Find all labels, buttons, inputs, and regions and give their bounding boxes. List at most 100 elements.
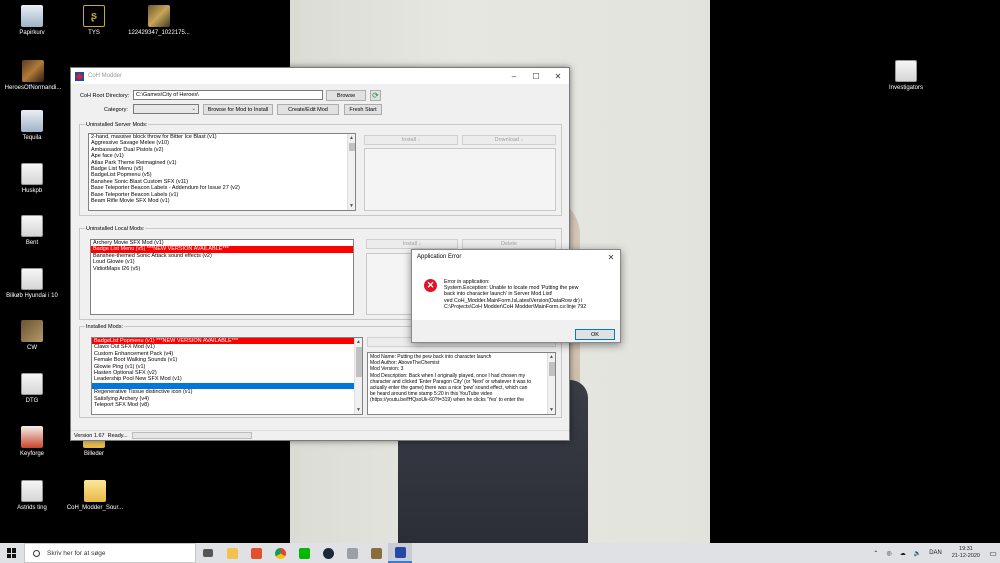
notification-icon[interactable]: ▭	[986, 543, 1000, 563]
document-icon	[21, 373, 43, 395]
document-icon	[21, 268, 43, 290]
dialog-title: Application Error	[417, 254, 462, 260]
desktop-icon-tys[interactable]: ʂ TYS	[62, 5, 126, 37]
windows-logo-icon	[7, 548, 17, 558]
scroll-down-icon[interactable]: ▼	[348, 202, 355, 210]
list-item[interactable]: Teleport SFX Mod (v8)	[92, 402, 362, 408]
installed-mod-description[interactable]: Mod Name: Putting the pew back into char…	[367, 352, 556, 415]
desktop-icon-heroes[interactable]: HeroesOfNormandi...	[0, 60, 66, 92]
file-explorer-button[interactable]	[220, 543, 244, 563]
scroll-up-icon[interactable]: ▲	[348, 134, 355, 142]
scroll-up-icon[interactable]: ▲	[355, 338, 362, 346]
tys-logo-icon: ʂ	[83, 5, 105, 27]
category-label: Category:	[104, 107, 128, 113]
desktop-icon-cw[interactable]: CW	[0, 320, 64, 352]
vertical-scrollbar[interactable]: ▲ ▼	[347, 134, 355, 210]
dialog-titlebar[interactable]: Application Error ✕	[412, 250, 620, 264]
installed-list[interactable]: BadgeList Popmenu (v1) ***NEW VERSION AV…	[91, 337, 363, 415]
root-dir-field[interactable]: C:\Games\City of Heroes\	[133, 90, 323, 100]
error-message: Error in application: System.Exception: …	[444, 279, 614, 310]
vertical-scrollbar[interactable]: ▲ ▼	[547, 353, 555, 414]
uninstalled-server-list[interactable]: 2-hand, massive block throw for Bitter I…	[88, 133, 356, 211]
chevron-down-icon: ⌄	[191, 106, 196, 112]
network-icon[interactable]: ◎	[886, 550, 891, 557]
ok-button[interactable]: OK	[575, 329, 615, 340]
dialog-close-button[interactable]: ✕	[602, 253, 620, 262]
chevron-up-icon[interactable]: ⌃	[873, 550, 878, 557]
error-icon: ✕	[424, 279, 437, 292]
chrome-button[interactable]	[268, 543, 292, 563]
desktop-icon-dtg[interactable]: DTG	[0, 373, 64, 405]
server-mod-description[interactable]	[364, 148, 556, 211]
maximize-button[interactable]: ☐	[525, 68, 547, 84]
coh-modder-icon	[394, 546, 406, 558]
create-edit-mod-button[interactable]: Create/Edit Mod	[277, 104, 339, 115]
recycle-bin-icon	[21, 110, 43, 132]
desktop-icon-keyforge[interactable]: Keyforge	[0, 426, 64, 458]
status-bar: Version 1.67 Ready...	[71, 430, 569, 440]
taskbar: Skriv her for at søge ⌃ ◎ ☁ 🔈 DAN 19:31 …	[0, 543, 1000, 563]
window-titlebar[interactable]: CoH Modder – ☐ ✕	[71, 68, 569, 84]
scroll-thumb[interactable]	[349, 143, 355, 151]
progress-bar	[131, 432, 252, 439]
coh-modder-logo-icon	[75, 71, 84, 81]
installed-title: Installed Mods:	[85, 324, 124, 330]
desktop-icon-bent[interactable]: Bent	[0, 215, 64, 247]
uninstalled-local-list[interactable]: Archery Movie SFX Mod (v1) Badge List Me…	[90, 239, 354, 315]
description-line: Mod Description: Back when I originally …	[370, 372, 526, 379]
office-button[interactable]	[244, 543, 268, 563]
volume-icon[interactable]: 🔈	[914, 550, 921, 557]
start-button[interactable]	[0, 543, 24, 563]
office-icon	[250, 547, 262, 559]
close-button[interactable]: ✕	[547, 68, 569, 84]
server-install-button[interactable]: Install ↓	[364, 135, 458, 145]
local-install-button[interactable]: Install ↓	[366, 239, 458, 249]
server-download-button[interactable]: Download ↓	[462, 135, 556, 145]
steam-button[interactable]	[316, 543, 340, 563]
search-icon	[33, 549, 40, 557]
fresh-start-button[interactable]: Fresh Start	[344, 104, 382, 115]
scroll-down-icon[interactable]: ▼	[548, 406, 555, 414]
root-dir-label: CoH Root Directory:	[80, 93, 130, 99]
uninstalled-server-title: Uninstalled Server Mods:	[85, 122, 149, 128]
browse-button[interactable]: Browse	[326, 90, 366, 101]
vertical-scrollbar[interactable]: ▲ ▼	[354, 338, 362, 414]
desktop-icon-bilkob[interactable]: Bilkøb Hyundai i 10	[0, 268, 64, 300]
game-button[interactable]	[364, 543, 388, 563]
clock[interactable]: 19:31 21-12-2020	[952, 546, 980, 560]
line-button[interactable]	[292, 543, 316, 563]
game-icon	[22, 60, 44, 82]
desktop-icon-image[interactable]: 122429347_1022175...	[124, 5, 194, 37]
scroll-thumb[interactable]	[356, 347, 362, 377]
local-delete-button[interactable]: Delete	[462, 239, 556, 249]
task-view-button[interactable]	[196, 543, 220, 563]
line-icon	[298, 547, 310, 559]
chrome-icon	[274, 547, 286, 559]
scroll-down-icon[interactable]: ▼	[355, 406, 362, 414]
browse-install-button[interactable]: Browse for Mod to Install	[203, 104, 273, 115]
scroll-thumb[interactable]	[549, 362, 555, 376]
dialog-body: ✕ Error in application: System.Exception…	[412, 264, 620, 320]
language-indicator[interactable]: DAN	[929, 550, 942, 556]
minimize-button[interactable]: –	[503, 68, 525, 84]
coh-modder-taskbar-button[interactable]	[388, 543, 412, 563]
desktop-icon-astrids[interactable]: Astrids ting	[0, 480, 64, 512]
desktop-icon-huskpb[interactable]: Huskpb	[0, 163, 64, 195]
file-explorer-icon	[226, 547, 238, 559]
taskbar-search[interactable]: Skriv her for at søge	[24, 543, 196, 563]
application-error-dialog: Application Error ✕ ✕ Error in applicati…	[411, 249, 621, 343]
category-select[interactable]: ⌄	[133, 104, 199, 114]
desktop-icon-papirkurv[interactable]: Papirkurv	[0, 5, 64, 37]
uninstalled-server-group: Uninstalled Server Mods: 2-hand, massive…	[79, 122, 562, 216]
refresh-icon[interactable]: ⟳	[370, 90, 381, 101]
desktop-icon-coh-source[interactable]: CoH_Modder_Sour...	[60, 480, 130, 512]
list-item[interactable]: VidiotMaps I26 (v5)	[91, 266, 353, 272]
document-icon	[21, 215, 43, 237]
desktop-icon-tequila[interactable]: Tequila	[0, 110, 64, 142]
scroll-up-icon[interactable]: ▲	[548, 353, 555, 361]
uninstalled-local-title: Uninstalled Local Mods:	[85, 226, 146, 232]
list-item[interactable]: Beam Rifle Movie SFX Mod (v1)	[89, 198, 355, 204]
app-button[interactable]	[340, 543, 364, 563]
desktop-icon-investigators[interactable]: Investigators	[874, 60, 938, 92]
onedrive-icon[interactable]: ☁	[900, 550, 906, 557]
